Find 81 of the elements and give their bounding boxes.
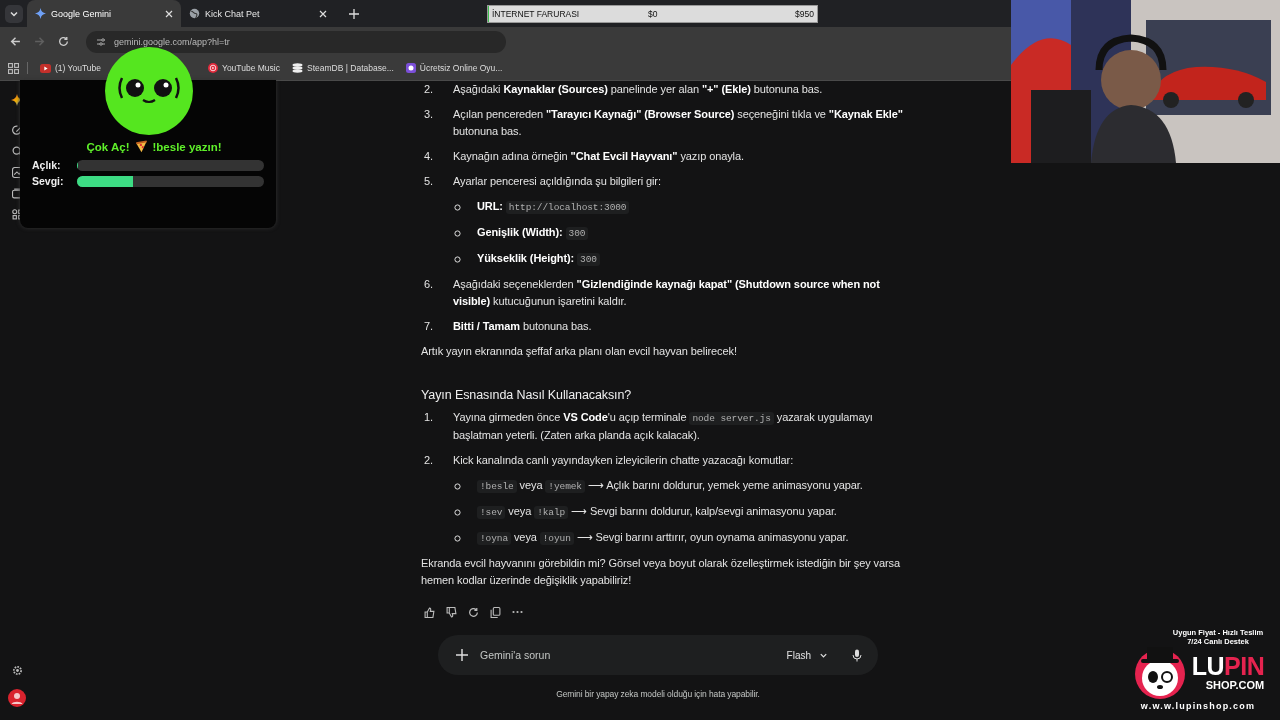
close-icon[interactable]	[319, 9, 327, 18]
microphone-icon[interactable]	[852, 648, 862, 662]
list-number: 4.	[423, 149, 434, 164]
gallery-icon[interactable]	[11, 167, 23, 178]
paragraph: Artık yayın ekranında şeffaf arka planı olan evcil hayvan belirecek!	[421, 344, 738, 359]
bookmark[interactable]: SteamDB | Database...	[291, 63, 394, 73]
disclaimer-text: Gemini bir yapay zeka modeli olduğu için hata yapabilir.	[555, 689, 761, 699]
address-bar[interactable]: gemini.google.com/app?hl=tr	[86, 30, 506, 53]
video-play-icon	[40, 63, 51, 73]
sponsor-url: w.w.w.lupinshop.com	[1140, 701, 1256, 711]
apps-grid-icon[interactable]	[8, 62, 19, 74]
bullet-icon	[454, 229, 461, 237]
list-number: 2.	[423, 453, 434, 468]
new-chat-icon[interactable]	[11, 125, 23, 136]
regenerate-icon[interactable]	[468, 606, 479, 618]
section-heading: Yayın Esnasında Nasıl Kullanacaksın?	[421, 388, 633, 402]
list-number: 2.	[423, 82, 434, 97]
reload-icon[interactable]	[58, 36, 69, 47]
bookmark[interactable]: (1) YouTube	[40, 63, 101, 73]
list-number: 5.	[423, 174, 434, 189]
prompt-box[interactable]: Gemini'a sorun Flash	[438, 635, 878, 675]
list-item-text: Kaynağın adına örneğin "Chat Evcil Hayvanı" yazıp onayla.	[453, 149, 745, 164]
folder-icon[interactable]	[11, 188, 23, 199]
bullet-text: !sev veya !kalp ⟶ Sevgi barını doldurur, kalp/sevgi animasyonu yapar.	[477, 503, 837, 521]
bullet-text: !oyna veya !oyun ⟶ Sevgi barını arttırır, oyun oynama animasyonu yapar.	[477, 529, 849, 547]
list-item-text: Açılan pencereden "Tarayıcı Kaynağı" (Browser Source) seçeneğini tıkla ve "Kaynak Ekle" butonuna bas.	[453, 107, 904, 139]
list-number: 7.	[423, 319, 434, 334]
list-item-text: Aşağıdaki seçeneklerden "Gizlendiğinde kaynağı kapat" (Shutdown source when not visible) kutucuğunun işaretini kaldır.	[453, 277, 881, 309]
paragraph: Ekranda evcil hayvanını görebildin mi? Görsel veya boyut olarak özelleştirmek istediğin bir şey varsa hemen kodlar üzerinde değişiklik yapabiliriz!	[421, 556, 902, 588]
list-item-text: Bitti / Tamam butonuna bas.	[453, 319, 593, 334]
list-item-text: Yayına girmeden önce VS Code'u açıp terminale node server.js yazarak uygulamayı başlatman yeterli. (Zaten arka planda açık kalacak).	[453, 410, 874, 443]
list-number: 6.	[423, 277, 434, 292]
stack-icon	[291, 63, 303, 73]
sponsor-logo-text: LUPIN	[1191, 653, 1265, 679]
list-item-text: Aşağıdaki Kaynaklar (Sources) panelinde yer alan "+" (Ekle) butonuna bas.	[453, 82, 824, 97]
music-play-icon	[208, 63, 218, 73]
pet-status-text: Çok Aç!	[86, 140, 130, 153]
model-selector[interactable]: Flash	[786, 649, 828, 661]
donation-goal: $950	[795, 9, 814, 19]
bullet-icon	[454, 203, 461, 211]
pizza-icon	[134, 140, 148, 153]
close-icon[interactable]	[165, 9, 173, 18]
bullet-icon	[454, 255, 461, 263]
bullet-text: Genişlik (Width): 300	[477, 224, 589, 242]
back-icon[interactable]	[10, 36, 21, 47]
meter-label: Açlık:	[32, 159, 62, 171]
browser-tab[interactable]: Kick Chat Pet	[181, 0, 335, 27]
list-item-text: Kick kanalında canlı yayındayken izleyicilerin chatte yazacağı komutlar:	[453, 453, 795, 468]
tab-title: Kick Chat Pet	[205, 8, 261, 19]
bookmark[interactable]: Ücretsiz Online Oyu...	[405, 63, 503, 73]
sparkle-icon	[35, 8, 46, 19]
bullet-icon	[454, 482, 461, 490]
plus-icon[interactable]	[456, 649, 468, 661]
list-item-text: Ayarlar penceresi açıldığında şu bilgileri gir:	[453, 174, 662, 189]
site-settings-icon[interactable]	[96, 36, 106, 47]
list-number: 1.	[423, 410, 434, 425]
pet-command-text: !besle yazın!	[152, 140, 222, 153]
meter-label: Sevgi:	[32, 175, 65, 187]
donation-title: İNTERNET FARURASI	[492, 9, 580, 19]
list-number: 3.	[423, 107, 434, 122]
settings-icon[interactable]	[11, 665, 23, 676]
copy-icon[interactable]	[490, 606, 501, 618]
bullet-text: Yükseklik (Height): 300	[477, 250, 600, 268]
donation-start: $0	[648, 9, 658, 19]
bullet-text: URL: http://localhost:3000	[477, 198, 630, 216]
more-icon[interactable]	[512, 610, 523, 614]
sponsor-domain: SHOP.COM	[1205, 679, 1265, 691]
apps-icon[interactable]	[11, 209, 23, 220]
thumbs-up-icon[interactable]	[424, 606, 435, 618]
tab-title: Google Gemini	[51, 8, 113, 19]
new-tab-icon[interactable]	[349, 8, 359, 19]
bullet-text: !besle veya !yemek ⟶ Açlık barını doldurur, yemek yeme animasyonu yapar.	[477, 477, 863, 495]
bookmark[interactable]: YouTube Music	[208, 63, 280, 73]
tab-search-button[interactable]	[5, 4, 23, 23]
game-icon	[405, 63, 416, 73]
browser-tab[interactable]: Google Gemini	[27, 0, 181, 27]
globe-icon	[189, 8, 200, 19]
thumbs-down-icon[interactable]	[446, 606, 457, 618]
bullet-icon	[454, 534, 461, 542]
avatar-icon[interactable]	[8, 689, 26, 707]
bullet-icon	[454, 508, 461, 516]
